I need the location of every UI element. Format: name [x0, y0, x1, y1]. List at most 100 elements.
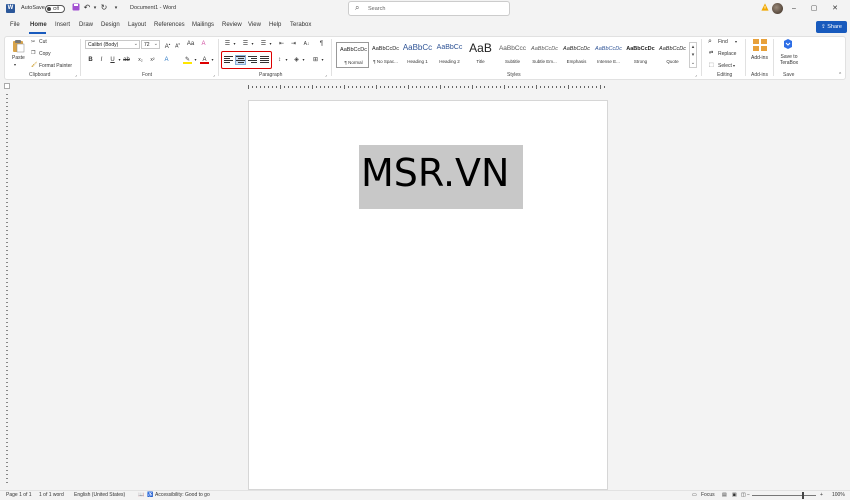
change-case-icon[interactable]: Aa — [186, 40, 195, 48]
copy-button[interactable]: Copy — [39, 51, 51, 57]
paste-icon[interactable] — [11, 39, 25, 53]
strikethrough-icon[interactable]: ab — [122, 56, 131, 64]
tab-layout[interactable]: Layout — [128, 22, 146, 28]
style-title[interactable]: AaB Title — [464, 41, 497, 68]
document-page[interactable]: MSR.VN — [248, 100, 608, 490]
find-button[interactable]: Find — [718, 39, 728, 45]
add-ins-button[interactable]: Add-ins — [751, 55, 768, 61]
styles-launcher-icon[interactable]: ⌟ — [695, 72, 697, 77]
font-family-select[interactable]: Calibri (Body) ⌄ — [85, 40, 140, 49]
share-button[interactable]: ⇪ Share — [816, 21, 847, 33]
tab-help[interactable]: Help — [269, 22, 281, 28]
grow-font-icon[interactable]: A▴ — [163, 40, 172, 50]
style-subtitle[interactable]: AaBbCcc Subtitle — [496, 42, 529, 68]
style-no-spacing[interactable]: AaBbCcDc ¶ No Spac... — [369, 42, 402, 68]
tab-home[interactable]: Home — [30, 22, 47, 28]
style-quote[interactable]: AaBbCcDc Quote — [656, 42, 689, 68]
minimize-button[interactable]: – — [788, 3, 800, 15]
decrease-indent-icon[interactable]: ⇤ — [277, 40, 286, 48]
save-to-terabox-button[interactable]: Save to TeraBox — [778, 54, 800, 66]
close-button[interactable]: ✕ — [829, 3, 841, 15]
shrink-font-icon[interactable]: A▾ — [173, 40, 182, 50]
line-spacing-dropdown-icon[interactable]: ▾ — [282, 56, 291, 64]
sort-icon[interactable]: A↓ — [302, 40, 311, 48]
accessibility-status[interactable]: Accessibility: Good to go — [155, 492, 210, 498]
tab-references[interactable]: References — [154, 22, 185, 28]
autosave-toggle[interactable]: Off — [45, 5, 65, 13]
format-painter-button[interactable]: Format Painter — [39, 63, 72, 69]
style-intense-emphasis[interactable]: AaBbCcDc Intense E... — [592, 42, 625, 68]
language[interactable]: English (United States) — [74, 492, 125, 498]
style-strong[interactable]: AaBbCcDc Strong — [624, 42, 657, 68]
vertical-ruler[interactable] — [4, 94, 10, 486]
increase-indent-icon[interactable]: ⇥ — [289, 40, 298, 48]
paragraph-launcher-icon[interactable]: ⌟ — [325, 72, 327, 77]
collapse-ribbon-icon[interactable]: ⌃ — [838, 72, 842, 78]
italic-icon[interactable]: I — [97, 56, 106, 64]
ruler-tick — [536, 85, 537, 89]
tab-review[interactable]: Review — [222, 22, 242, 28]
customize-quick-access-icon[interactable]: ▾ — [111, 3, 121, 13]
search-box[interactable]: ⌕ Search — [348, 1, 510, 16]
bold-icon[interactable]: B — [86, 56, 95, 64]
style-heading-2[interactable]: AaBbCc Heading 2 — [433, 42, 466, 68]
font-launcher-icon[interactable]: ⌟ — [213, 72, 215, 77]
zoom-slider-thumb[interactable] — [802, 492, 804, 499]
maximize-button[interactable]: ▢ — [808, 3, 820, 15]
text-effects-icon[interactable]: A — [162, 56, 171, 64]
user-avatar[interactable] — [772, 3, 783, 14]
style-normal[interactable]: AaBbCcDc ¶ Normal — [336, 42, 369, 68]
save-icon[interactable] — [71, 3, 81, 13]
clear-formatting-icon[interactable]: A — [199, 40, 208, 48]
select-dropdown-icon[interactable]: ▾ — [733, 63, 735, 68]
style-heading-1[interactable]: AaBbCc Heading 1 — [401, 42, 434, 68]
show-formatting-marks-icon[interactable]: ¶ — [317, 40, 326, 48]
warning-icon[interactable] — [761, 3, 769, 11]
ruler-tick — [388, 86, 389, 88]
web-layout-icon[interactable]: ◫ — [741, 492, 746, 498]
subscript-icon[interactable]: x₂ — [136, 56, 145, 64]
cut-button[interactable]: Cut — [39, 39, 47, 45]
replace-button[interactable]: Replace — [718, 51, 736, 57]
read-mode-icon[interactable]: ▤ — [722, 492, 727, 498]
document-text[interactable]: MSR.VN — [361, 151, 509, 195]
zoom-level[interactable]: 100% — [832, 492, 845, 498]
multilevel-dropdown-icon[interactable]: ▾ — [266, 40, 275, 48]
tab-terabox[interactable]: Terabox — [290, 22, 311, 28]
zoom-out-icon[interactable]: − — [747, 492, 750, 498]
select-button[interactable]: Select — [718, 63, 732, 69]
zoom-in-icon[interactable]: + — [820, 492, 823, 498]
shading-dropdown-icon[interactable]: ▾ — [299, 56, 308, 64]
focus-button[interactable]: Focus — [701, 492, 715, 498]
borders-dropdown-icon[interactable]: ▾ — [318, 56, 327, 64]
add-ins-icon[interactable] — [752, 38, 768, 52]
style-subtle-emphasis[interactable]: AaBbCcDc Subtle Em... — [528, 42, 561, 68]
font-color-dropdown-icon[interactable]: ▾ — [208, 56, 217, 64]
redo-icon[interactable]: ↻ — [99, 3, 109, 13]
find-dropdown-icon[interactable]: ▾ — [735, 39, 737, 44]
terabox-icon[interactable] — [782, 38, 794, 50]
tab-view[interactable]: View — [248, 22, 261, 28]
tab-design[interactable]: Design — [101, 22, 120, 28]
paste-button[interactable]: Paste — [12, 55, 25, 61]
superscript-icon[interactable]: x² — [148, 56, 157, 64]
tab-draw[interactable]: Draw — [79, 22, 93, 28]
word-count[interactable]: 1 of 1 word — [39, 492, 64, 498]
tab-file[interactable]: File — [10, 22, 20, 28]
zoom-slider[interactable] — [752, 495, 816, 496]
horizontal-ruler[interactable] — [248, 83, 608, 91]
tab-selector[interactable] — [4, 83, 10, 89]
tab-mailings[interactable]: Mailings — [192, 22, 214, 28]
page-count[interactable]: Page 1 of 1 — [6, 492, 32, 498]
style-emphasis[interactable]: AaBbCcDc Emphasis — [560, 42, 593, 68]
font-size-select[interactable]: 72 ⌄ — [141, 40, 160, 49]
highlight-dropdown-icon[interactable]: ▾ — [191, 56, 200, 64]
paste-dropdown-icon[interactable]: ▾ — [14, 62, 16, 67]
clipboard-launcher-icon[interactable]: ⌟ — [75, 72, 77, 77]
print-layout-icon[interactable]: ▣ — [732, 492, 737, 498]
styles-gallery-scroll[interactable]: ▴ ▾ ⌄ — [689, 42, 697, 68]
tab-insert[interactable]: Insert — [55, 22, 70, 28]
bullets-dropdown-icon[interactable]: ▾ — [230, 40, 239, 48]
proofing-icon[interactable]: 📖 — [138, 492, 144, 498]
numbering-dropdown-icon[interactable]: ▾ — [248, 40, 257, 48]
